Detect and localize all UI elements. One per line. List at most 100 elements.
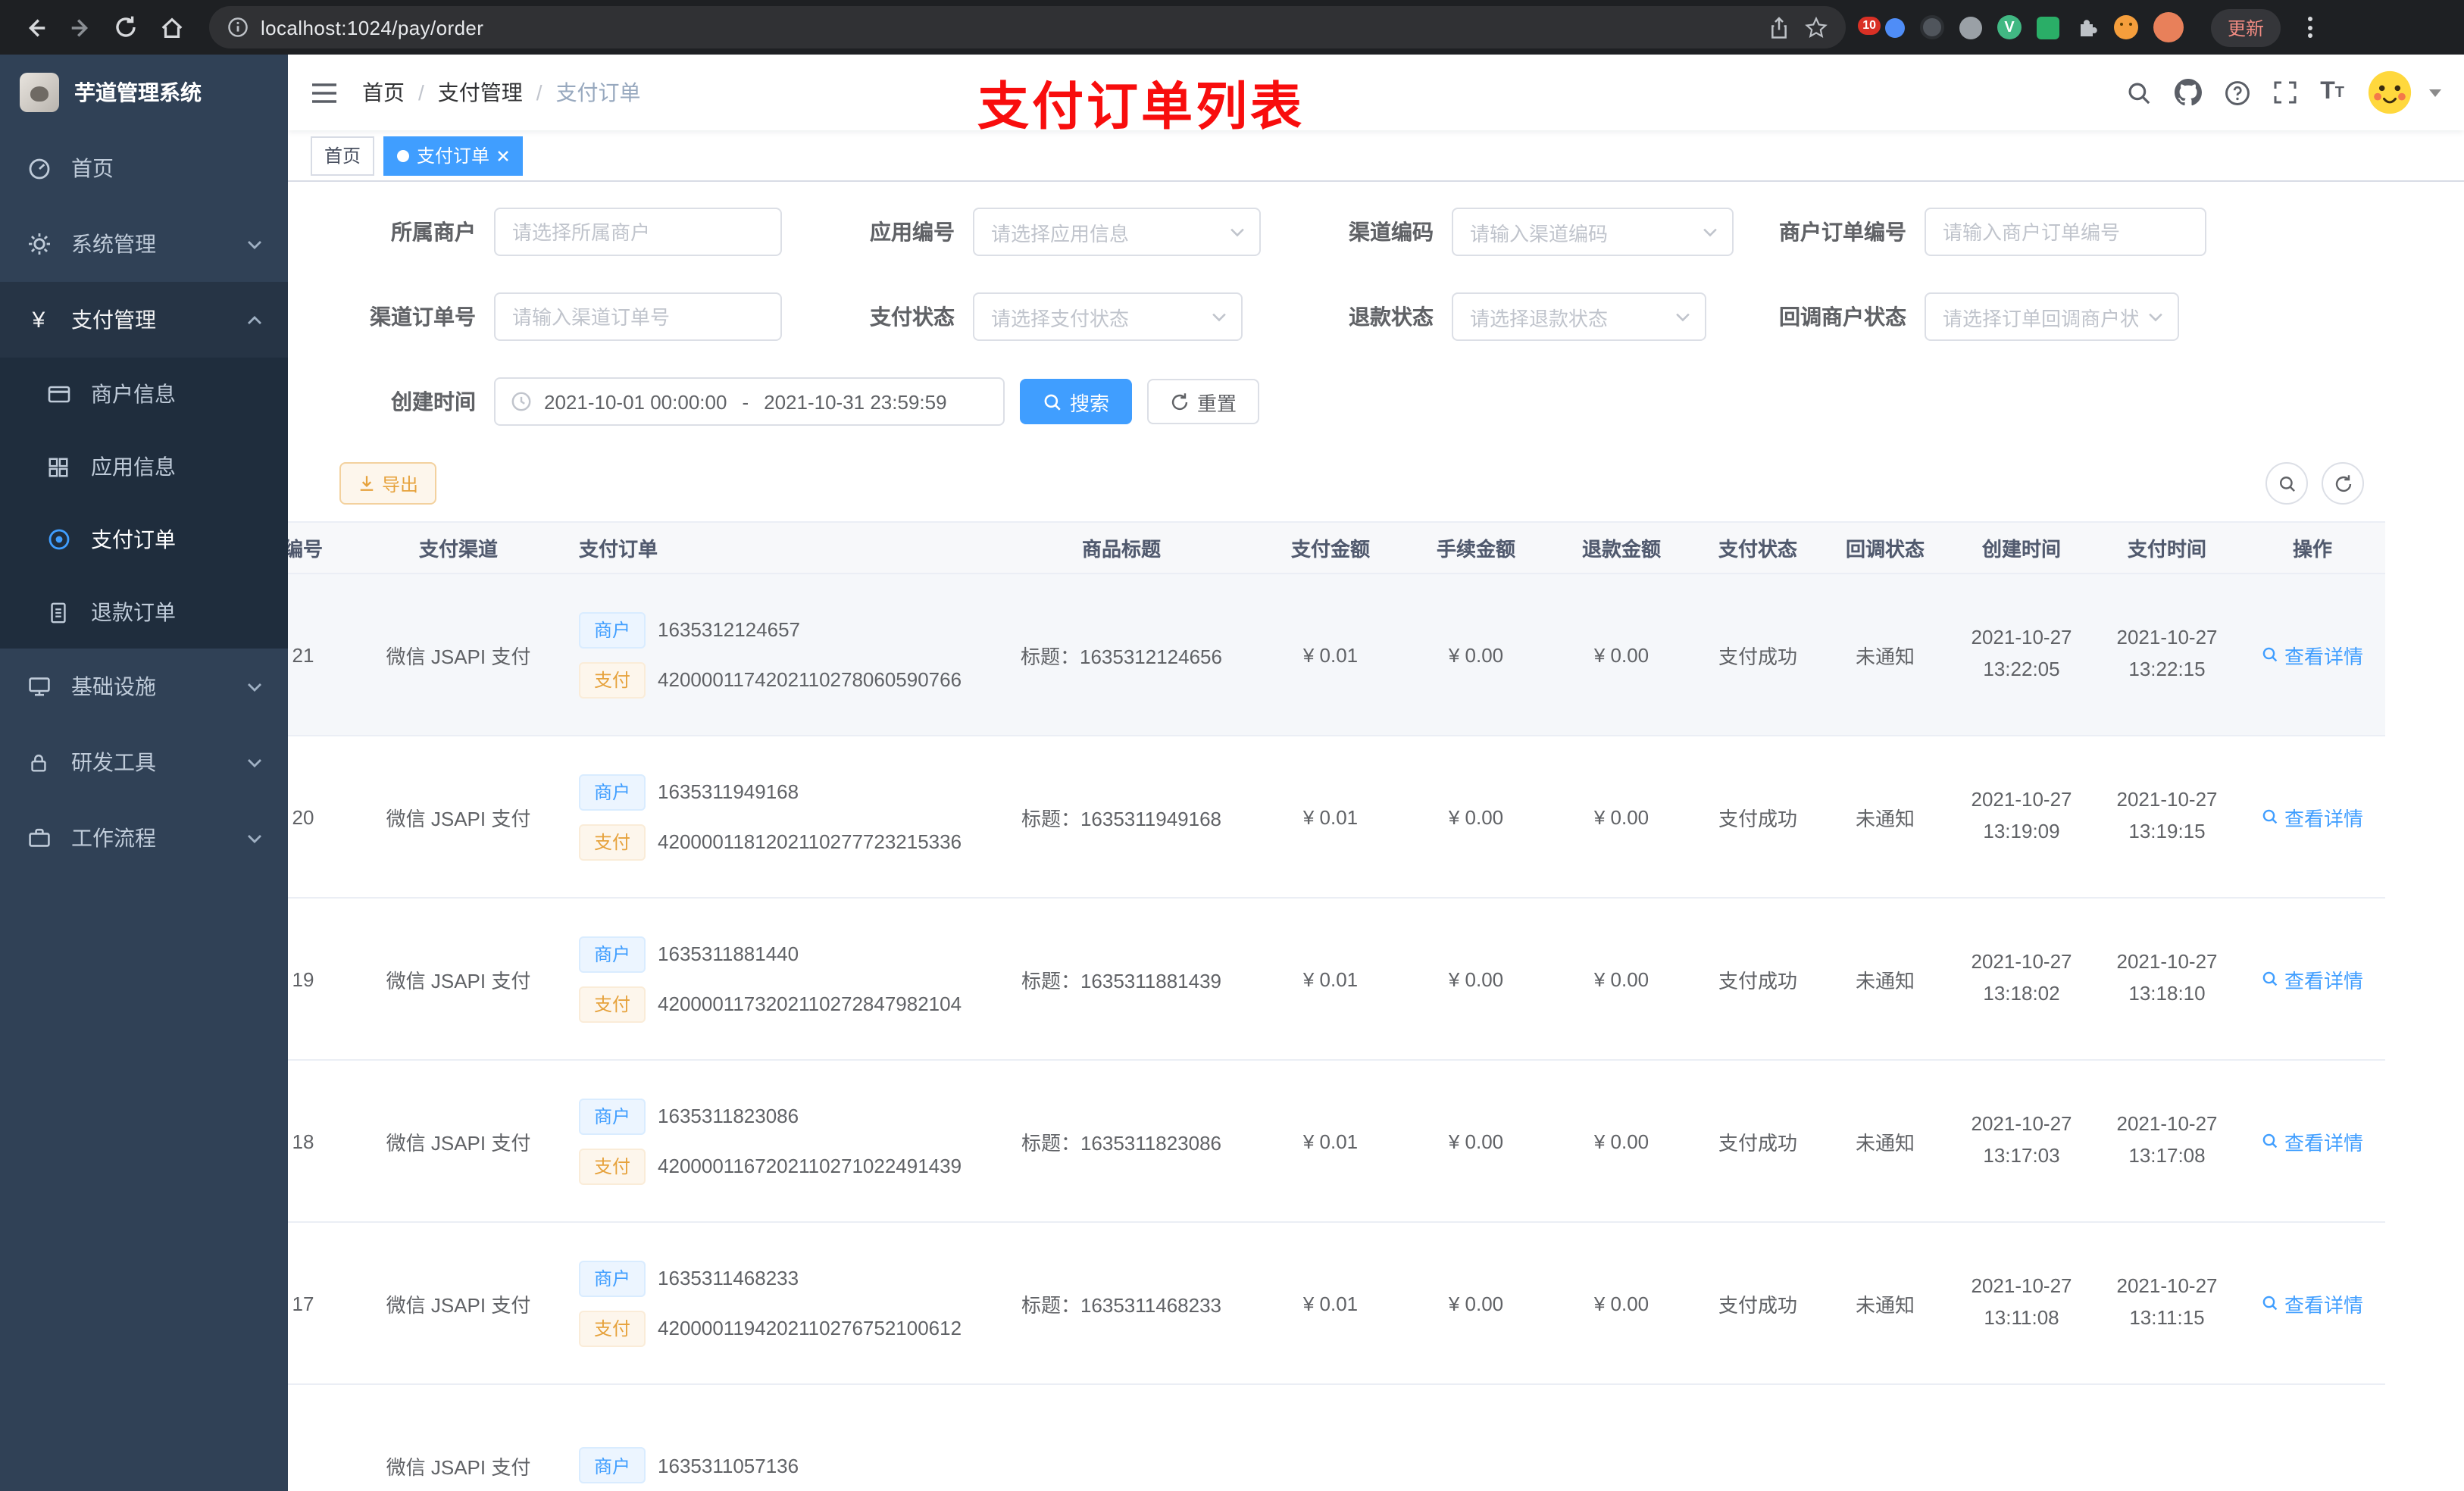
table-row[interactable]: 17 微信 JSAPI 支付 商户 1635311468233 支付 4200001… [288,1223,2385,1385]
table-row[interactable]: 19 微信 JSAPI 支付 商户 1635311881440 支付 4200001… [288,899,2385,1061]
cell-notify: 未通知 [1855,969,1915,992]
chevron-down-icon [247,239,262,249]
avatar-caret-icon[interactable] [2429,89,2441,96]
sidebar-item-label: 商户信息 [91,382,176,406]
tab-home[interactable]: 首页 [311,136,375,175]
table-row[interactable]: 18 微信 JSAPI 支付 商户 1635311823086 支付 4200001… [288,1061,2385,1223]
view-detail-link[interactable]: 查看详情 [2262,640,2363,669]
extension-dark-icon[interactable] [1920,15,1944,39]
browser-reload-button[interactable] [106,8,145,47]
extension-face-icon[interactable] [2114,15,2138,39]
cell-channel: 微信 JSAPI 支付 [386,1293,531,1316]
export-button[interactable]: 导出 [339,462,437,505]
cell-amount: ¥ 0.01 [1302,805,1359,828]
merchant-order-no: 1635311881440 [658,942,799,965]
github-icon[interactable] [2175,79,2203,106]
table-row[interactable]: 20 微信 JSAPI 支付 商户 1635311949168 支付 4200001… [288,736,2385,899]
bookmark-star-icon[interactable] [1805,16,1828,39]
merchant-order-no: 1635311468233 [658,1267,799,1289]
sidebar-item-app-info[interactable]: 应用信息 [0,430,288,503]
cell-notify: 未通知 [1855,1131,1915,1154]
view-detail-link[interactable]: 查看详情 [2262,1289,2363,1318]
sidebar-item-merchant-info[interactable]: 商户信息 [0,358,288,430]
channel-order-no-input[interactable] [494,292,782,341]
browser-chrome: localhost:1024/pay/order 10 V 更新 [0,0,2464,55]
gear-icon [26,231,52,257]
breadcrumb-home[interactable]: 首页 [362,77,405,108]
merchant-order-no-input[interactable] [1925,208,2206,256]
app-label: 应用编号 [870,220,955,244]
help-icon[interactable] [2225,80,2250,105]
column-header: 支付状态 [1718,538,1797,561]
close-icon[interactable] [497,149,509,161]
pay-tag: 支付 [579,1310,646,1346]
cell-create-time: 2021-10-27 13:19:09 [1971,788,2072,842]
toggle-search-icon[interactable] [2265,462,2308,505]
sidebar-item-dev-tools[interactable]: 研发工具 [0,724,288,800]
tab-pay-order[interactable]: 支付订单 [383,136,524,175]
dashboard-icon [26,155,52,181]
channel-code-select[interactable]: 请输入渠道编码 [1452,208,1734,256]
browser-profile-avatar[interactable] [2153,12,2184,42]
pay-status-select[interactable]: 请选择支付状态 [973,292,1243,341]
tab-label: 首页 [324,145,361,167]
merchant-tag: 商户 [579,1098,646,1134]
user-avatar[interactable] [2367,70,2412,115]
cell-status: 支付成功 [1718,807,1797,830]
sidebar-item-home[interactable]: 首页 [0,130,288,206]
cell-amount: ¥ 0.01 [1302,967,1359,990]
sidebar-item-workflow[interactable]: 工作流程 [0,800,288,876]
column-header: 创建时间 [1981,538,2061,561]
extensions-puzzle-icon[interactable] [2075,15,2099,39]
cell-pay-time: 2021-10-27 13:11:15 [2116,1274,2218,1329]
sidebar-item-refund-order[interactable]: 退款订单 [0,576,288,649]
table-header: 编号 支付渠道 支付订单 商品标题 支付金额 手续金额 退款金额 支付状态 回调… [288,521,2385,574]
table-row-partial[interactable]: 微信 JSAPI 支付 商户 1635311057136 [288,1385,2385,1491]
browser-home-button[interactable] [152,8,191,47]
sidebar-item-payment[interactable]: ¥ 支付管理 [0,282,288,358]
channel-order-no-label: 渠道订单号 [370,305,476,329]
breadcrumb-payment[interactable]: 支付管理 [438,77,523,108]
view-detail-link[interactable]: 查看详情 [2262,802,2363,831]
filter-row: 所属商户 应用编号 请选择应用信息 渠道编码 请输入渠道编码 商户订单编号 [288,208,2464,256]
cell-action: 查看详情 [2240,1289,2385,1318]
sidebar-item-infrastructure[interactable]: 基础设施 [0,649,288,724]
browser-address-bar[interactable]: localhost:1024/pay/order [209,6,1846,48]
font-size-icon[interactable]: TT [2320,79,2344,106]
view-detail-link[interactable]: 查看详情 [2262,964,2363,993]
hamburger-icon[interactable] [311,81,338,104]
column-header: 编号 [288,538,323,561]
search-icon[interactable] [2126,80,2152,105]
extension-gray-icon[interactable] [1959,16,1982,39]
cell-create-time: 2021-10-27 13:22:05 [1971,626,2072,680]
browser-update-button[interactable]: 更新 [2211,8,2281,46]
extension-drop-icon[interactable] [1885,17,1905,37]
create-time-range-picker[interactable]: 2021-10-01 00:00:00 - 2021-10-31 23:59:5… [494,377,1005,426]
data-table: 编号 支付渠道 支付订单 商品标题 支付金额 手续金额 退款金额 支付状态 回调… [288,521,2464,1491]
sidebar-item-pay-order[interactable]: 支付订单 [0,503,288,576]
refresh-icon[interactable] [2322,462,2364,505]
monitor-icon [26,674,52,699]
tags-view: 首页 支付订单 [288,130,2464,182]
merchant-input[interactable] [494,208,782,256]
view-detail-link[interactable]: 查看详情 [2262,1127,2363,1155]
search-button[interactable]: 搜索 [1020,379,1133,424]
table-row[interactable]: 21 微信 JSAPI 支付 商户 1635312124657 支付 4200001… [288,574,2385,736]
sidebar-item-system[interactable]: 系统管理 [0,206,288,282]
extension-vue-icon[interactable]: V [1997,15,2022,39]
browser-menu-icon[interactable] [2308,17,2313,38]
fullscreen-icon[interactable] [2273,80,2297,105]
notify-status-select[interactable]: 请选择订单回调商户状态 [1925,292,2179,341]
app-logo-row[interactable]: 芋道管理系统 [0,55,288,130]
refund-status-select[interactable]: 请选择退款状态 [1452,292,1706,341]
sidebar-item-label: 支付订单 [91,527,176,552]
app-select[interactable]: 请选择应用信息 [973,208,1261,256]
cell-order: 商户 1635311949168 支付 4200001181202110277723… [561,774,985,860]
reset-button[interactable]: 重置 [1147,379,1260,424]
browser-forward-button[interactable] [61,8,100,47]
browser-back-button[interactable] [15,8,55,47]
share-icon[interactable] [1768,16,1790,39]
site-info-icon[interactable] [227,17,249,38]
extension-green-square-icon[interactable] [2037,16,2059,39]
chevron-down-icon [1220,227,1246,237]
